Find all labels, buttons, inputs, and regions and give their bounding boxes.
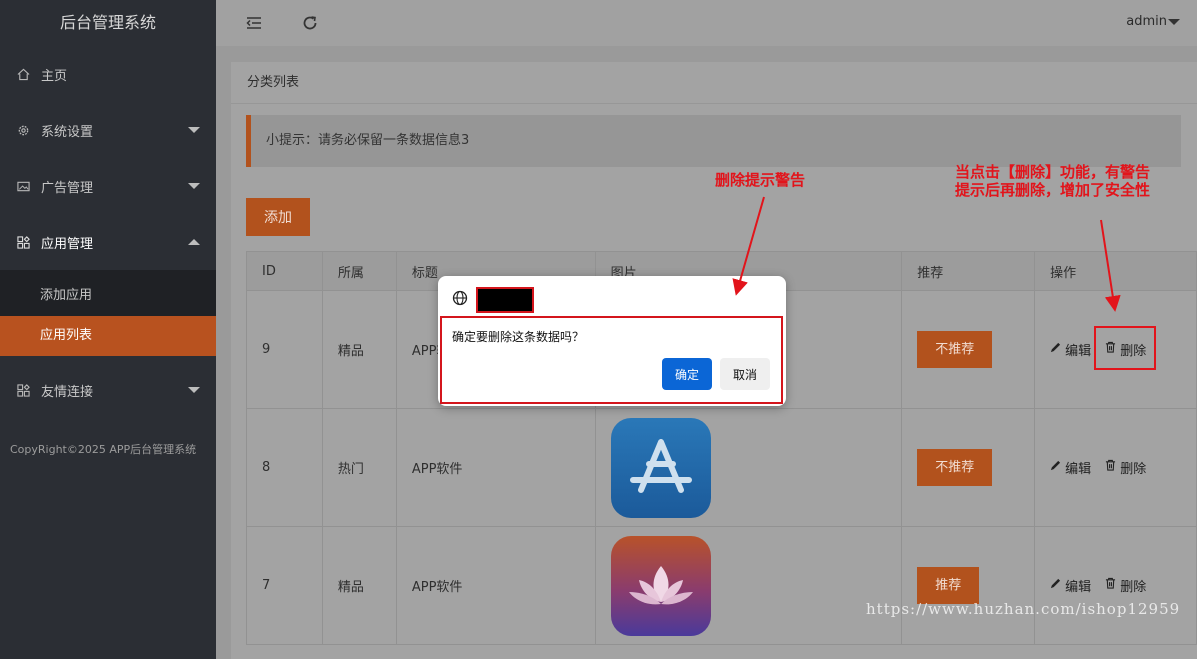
trash-icon — [1105, 459, 1116, 475]
dialog-annotation: 删除提示警告 — [715, 171, 806, 189]
gear-icon — [16, 123, 30, 137]
dialog-header — [452, 290, 468, 310]
column-header-actions: 操作 — [1034, 251, 1197, 291]
user-menu[interactable]: admin — [1126, 14, 1167, 29]
sidebar-subitem-app-list[interactable]: 应用列表 — [0, 316, 216, 356]
recommend-toggle-button[interactable]: 推荐 — [917, 567, 980, 604]
delete-annotation: 当点击【删除】功能，有警告 提示后再删除，增加了安全性 — [955, 163, 1185, 199]
table-row: 8 热门 APP软件 不推荐 编辑 删除 — [246, 408, 1197, 527]
sidebar-item-ads[interactable]: 广告管理 — [0, 158, 216, 214]
chevron-up-icon — [188, 239, 200, 245]
sidebar-item-label: 广告管理 — [41, 180, 94, 196]
cell-id: 7 — [246, 526, 323, 645]
edit-link[interactable]: 编辑 — [1050, 458, 1095, 477]
apps-icon — [16, 235, 30, 249]
sidebar-item-links[interactable]: 友情连接 — [0, 362, 216, 418]
dialog-message: 确定要删除这条数据吗？ — [452, 330, 585, 344]
edit-link[interactable]: 编辑 — [1050, 576, 1095, 595]
trash-icon — [1105, 577, 1116, 593]
cell-recommend: 不推荐 — [901, 290, 1036, 409]
collapse-menu-icon[interactable] — [245, 14, 263, 32]
sidebar: 后台管理系统 主页 系统设置 广告管理 应用管理 添加应用 应用列表 友情连接 … — [0, 0, 216, 659]
pencil-icon — [1050, 342, 1061, 357]
cell-actions: 编辑 删除 — [1034, 526, 1197, 645]
cell-title: APP软件 — [395, 526, 596, 645]
column-header-category: 所属 — [321, 251, 397, 291]
add-button[interactable]: 添加 — [246, 198, 310, 236]
delete-annotation-line: 当点击【删除】功能，有警告 — [955, 163, 1151, 181]
image-icon — [16, 179, 30, 193]
cell-image — [594, 408, 903, 527]
brand-title: 后台管理系统 — [59, 13, 156, 32]
pencil-icon — [1050, 460, 1061, 475]
tip-banner: 小提示：请务必保留一条数据信息3 — [246, 115, 1181, 167]
globe-icon — [452, 290, 468, 310]
sidebar-submenu: 添加应用 应用列表 — [0, 270, 216, 356]
chevron-down-icon[interactable] — [1168, 19, 1180, 25]
app-store-icon — [610, 417, 711, 518]
cell-id: 9 — [246, 290, 323, 409]
apps-icon — [16, 383, 30, 397]
delete-link[interactable]: 删除 — [1105, 458, 1150, 477]
recommend-toggle-button[interactable]: 不推荐 — [917, 449, 993, 486]
cancel-button[interactable]: 取消 — [720, 358, 770, 390]
copyright-text: CopyRight©2025 APP后台管理系统 — [10, 443, 197, 456]
delete-link[interactable]: 删除 — [1105, 576, 1150, 595]
home-icon — [16, 67, 30, 81]
chevron-down-icon — [188, 183, 200, 189]
cell-category: 热门 — [321, 408, 397, 527]
delete-annotation-line: 提示后再删除，增加了安全性 — [955, 181, 1151, 199]
sidebar-item-label: 应用管理 — [41, 236, 94, 252]
cell-title: APP软件 — [395, 408, 596, 527]
column-header-id: ID — [246, 251, 323, 291]
recommend-toggle-button[interactable]: 不推荐 — [917, 331, 993, 368]
refresh-icon[interactable] — [301, 14, 319, 32]
chevron-down-icon — [188, 387, 200, 393]
cell-category: 精品 — [321, 526, 397, 645]
cell-actions: 编辑 删除 — [1034, 408, 1197, 527]
page-title: 分类列表 — [231, 62, 1197, 104]
cell-recommend: 不推荐 — [901, 408, 1036, 527]
watermark-text: https://www.huzhan.com/ishop12959 — [866, 600, 1181, 618]
cell-id: 8 — [246, 408, 323, 527]
topbar: admin — [216, 0, 1197, 46]
sidebar-item-label: 系统设置 — [41, 124, 94, 140]
pencil-icon — [1050, 578, 1061, 593]
sidebar-item-label: 主页 — [41, 68, 68, 84]
table-row: 7 精品 APP软件 推荐 编辑 删除 — [246, 526, 1197, 645]
sidebar-subitem-add-app[interactable]: 添加应用 — [0, 276, 216, 316]
cell-category: 精品 — [321, 290, 397, 409]
sidebar-item-settings[interactable]: 系统设置 — [0, 102, 216, 158]
delete-highlight-box — [1094, 326, 1156, 370]
column-header-recommend: 推荐 — [901, 251, 1036, 291]
cell-recommend: 推荐 — [901, 526, 1036, 645]
sidebar-item-apps[interactable]: 应用管理 — [0, 214, 216, 270]
lotus-app-icon — [610, 535, 711, 636]
sidebar-item-label: 友情连接 — [41, 384, 94, 400]
redacted-origin — [476, 287, 534, 313]
cell-image — [594, 526, 903, 645]
edit-link[interactable]: 编辑 — [1050, 340, 1095, 359]
confirm-dialog: 确定要删除这条数据吗？ 确定 取消 — [438, 276, 786, 406]
chevron-down-icon — [188, 127, 200, 133]
sidebar-item-home[interactable]: 主页 — [0, 46, 216, 102]
confirm-button[interactable]: 确定 — [662, 358, 712, 390]
